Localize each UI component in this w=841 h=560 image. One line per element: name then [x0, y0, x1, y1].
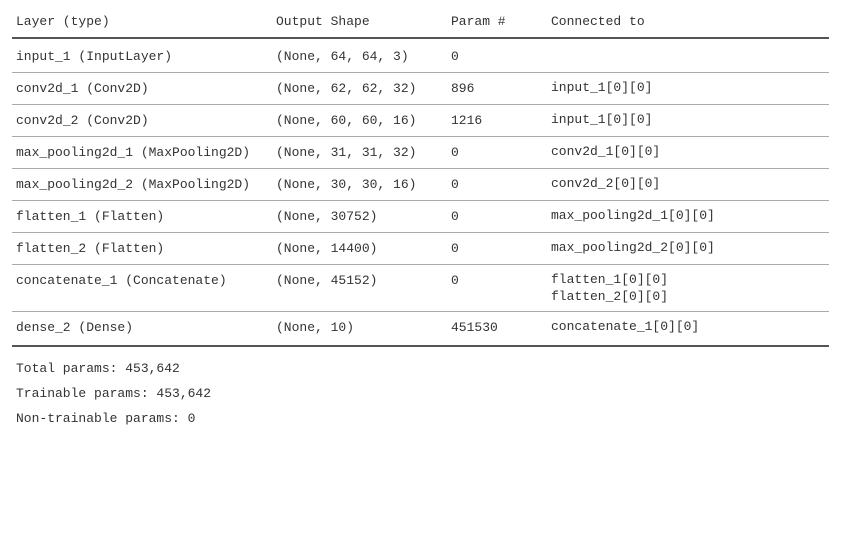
cell-layer: dense_2 (Dense) — [12, 318, 272, 337]
cell-connected — [547, 47, 829, 66]
connected-entry: conv2d_1[0][0] — [547, 143, 829, 160]
cell-params: 0 — [447, 175, 547, 194]
table-row: conv2d_2 (Conv2D)(None, 60, 60, 16)1216i… — [12, 105, 829, 136]
cell-output-shape: (None, 14400) — [272, 239, 447, 258]
table-row: dense_2 (Dense)(None, 10)451530concatena… — [12, 312, 829, 343]
cell-params: 0 — [447, 271, 547, 305]
cell-layer: max_pooling2d_1 (MaxPooling2D) — [12, 143, 272, 162]
cell-connected: max_pooling2d_2[0][0] — [547, 239, 829, 258]
cell-output-shape: (None, 62, 62, 32) — [272, 79, 447, 98]
trainable-params: Trainable params: 453,642 — [12, 382, 829, 407]
total-params: Total params: 453,642 — [12, 357, 829, 382]
cell-params: 0 — [447, 143, 547, 162]
header-layer: Layer (type) — [12, 12, 272, 31]
table-row: max_pooling2d_1 (MaxPooling2D)(None, 31,… — [12, 137, 829, 168]
summary-section: Total params: 453,642 Trainable params: … — [12, 353, 829, 435]
cell-output-shape: (None, 60, 60, 16) — [272, 111, 447, 130]
connected-entry: input_1[0][0] — [547, 111, 829, 128]
bottom-double-separator — [12, 345, 829, 347]
model-summary-table: Layer (type) Output Shape Param # Connec… — [12, 8, 829, 435]
table-row: input_1 (InputLayer)(None, 64, 64, 3)0 — [12, 41, 829, 72]
cell-layer: max_pooling2d_2 (MaxPooling2D) — [12, 175, 272, 194]
cell-connected: input_1[0][0] — [547, 79, 829, 98]
cell-layer: flatten_1 (Flatten) — [12, 207, 272, 226]
header-param: Param # — [447, 12, 547, 31]
cell-layer: conv2d_2 (Conv2D) — [12, 111, 272, 130]
cell-layer: conv2d_1 (Conv2D) — [12, 79, 272, 98]
table-body: input_1 (InputLayer)(None, 64, 64, 3)0co… — [12, 41, 829, 343]
cell-layer: flatten_2 (Flatten) — [12, 239, 272, 258]
cell-params: 0 — [447, 239, 547, 258]
cell-params: 1216 — [447, 111, 547, 130]
cell-params: 0 — [447, 47, 547, 66]
cell-output-shape: (None, 64, 64, 3) — [272, 47, 447, 66]
cell-connected: flatten_1[0][0]flatten_2[0][0] — [547, 271, 829, 305]
header-output-shape: Output Shape — [272, 12, 447, 31]
cell-params: 451530 — [447, 318, 547, 337]
cell-connected: conv2d_1[0][0] — [547, 143, 829, 162]
cell-connected: input_1[0][0] — [547, 111, 829, 130]
cell-output-shape: (None, 10) — [272, 318, 447, 337]
non-trainable-params: Non-trainable params: 0 — [12, 407, 829, 432]
cell-connected: max_pooling2d_1[0][0] — [547, 207, 829, 226]
table-row: conv2d_1 (Conv2D)(None, 62, 62, 32)896in… — [12, 73, 829, 104]
cell-output-shape: (None, 30752) — [272, 207, 447, 226]
connected-entry: input_1[0][0] — [547, 79, 829, 96]
cell-connected: concatenate_1[0][0] — [547, 318, 829, 337]
connected-entry: max_pooling2d_1[0][0] — [547, 207, 829, 224]
cell-output-shape: (None, 30, 30, 16) — [272, 175, 447, 194]
cell-connected: conv2d_2[0][0] — [547, 175, 829, 194]
connected-entry — [547, 47, 829, 49]
cell-output-shape: (None, 31, 31, 32) — [272, 143, 447, 162]
cell-params: 0 — [447, 207, 547, 226]
table-row: flatten_2 (Flatten)(None, 14400)0max_poo… — [12, 233, 829, 264]
connected-entry: flatten_1[0][0] — [547, 271, 829, 288]
header-connected: Connected to — [547, 12, 829, 31]
table-header: Layer (type) Output Shape Param # Connec… — [12, 8, 829, 35]
table-row: max_pooling2d_2 (MaxPooling2D)(None, 30,… — [12, 169, 829, 200]
cell-params: 896 — [447, 79, 547, 98]
connected-entry: concatenate_1[0][0] — [547, 318, 829, 335]
top-double-separator — [12, 37, 829, 39]
connected-entry: flatten_2[0][0] — [547, 288, 829, 305]
cell-layer: input_1 (InputLayer) — [12, 47, 272, 66]
connected-entry: conv2d_2[0][0] — [547, 175, 829, 192]
connected-entry: max_pooling2d_2[0][0] — [547, 239, 829, 256]
cell-layer: concatenate_1 (Concatenate) — [12, 271, 272, 305]
table-row: flatten_1 (Flatten)(None, 30752)0max_poo… — [12, 201, 829, 232]
table-row: concatenate_1 (Concatenate)(None, 45152)… — [12, 265, 829, 311]
cell-output-shape: (None, 45152) — [272, 271, 447, 305]
